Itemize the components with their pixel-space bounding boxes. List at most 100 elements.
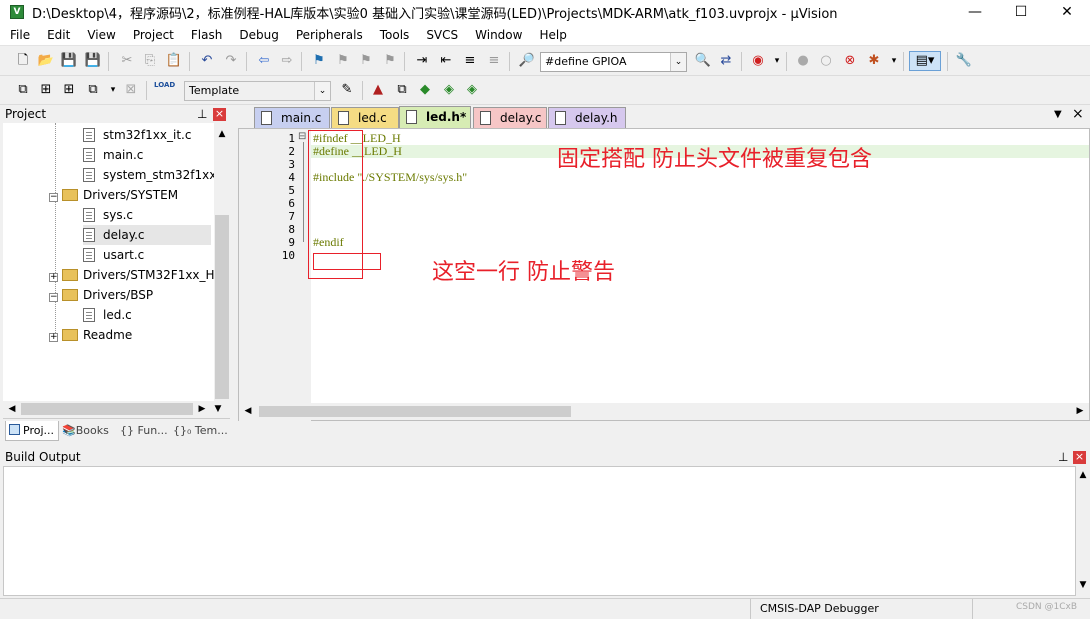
scroll-up-icon[interactable]: ▲ — [215, 126, 229, 142]
bookmark-next-icon[interactable]: ⚑ — [357, 52, 375, 70]
menu-svcs[interactable]: SVCS — [416, 28, 465, 42]
tab-templates[interactable]: {}₀ Tem... — [173, 421, 228, 441]
scroll-down-icon[interactable]: ▼ — [211, 401, 225, 417]
stop-build-icon[interactable]: ⊠ — [122, 81, 140, 99]
open-file-icon[interactable]: 📂 — [37, 52, 55, 70]
menu-peripherals[interactable]: Peripherals — [286, 28, 370, 42]
menu-help[interactable]: Help — [529, 28, 573, 42]
close-window-button[interactable]: ✕ — [1044, 0, 1090, 24]
tab-delay-c[interactable]: delay.c — [473, 107, 547, 128]
indent-icon[interactable]: ⇥ — [413, 52, 431, 70]
save-all-icon[interactable]: 💾 — [84, 52, 102, 70]
pin-icon[interactable]: ⊥ — [197, 105, 207, 123]
tab-project[interactable]: Proj... — [5, 421, 59, 441]
close-tab-icon[interactable]: × — [1072, 106, 1084, 122]
pin-icon[interactable]: ⊥ — [1058, 448, 1068, 466]
scroll-right-icon[interactable]: ▶ — [195, 401, 209, 417]
close-panel-icon[interactable]: × — [1073, 451, 1086, 464]
batch-build-icon[interactable]: ⧉ — [84, 81, 102, 99]
maximize-button[interactable]: ☐ — [998, 0, 1044, 24]
navigate-back-icon[interactable]: ⇦ — [255, 52, 273, 70]
editor-horizontal-scrollbar[interactable]: ◀ ▶ — [239, 403, 1089, 420]
target-combo[interactable]: Template ⌄ — [184, 81, 331, 101]
breakpoint-disable-all-icon[interactable]: ⊗ — [841, 52, 859, 70]
build-output-scrollbar[interactable]: ▲ ▼ — [1076, 466, 1090, 596]
find-icon[interactable]: ⇄ — [717, 52, 735, 70]
undo-icon[interactable]: ↶ — [198, 52, 216, 70]
close-panel-icon[interactable]: × — [213, 108, 226, 121]
chevron-down-icon[interactable]: ▾ — [768, 52, 786, 70]
code-editor[interactable]: 1 2 3 4 5 6 7 8 9 10 ⊟ #ifndef __LED_H #… — [238, 128, 1090, 421]
menu-debug[interactable]: Debug — [229, 28, 285, 42]
tree-group-readme[interactable]: + Readme — [49, 325, 132, 345]
menu-view[interactable]: View — [77, 28, 122, 42]
expand-icon[interactable]: + — [49, 333, 58, 342]
breakpoint-insert-icon[interactable]: ● — [794, 52, 812, 70]
window-layout-icon[interactable]: ▤▾ — [909, 51, 941, 71]
tree-file-sys[interactable]: sys.c — [83, 205, 133, 225]
tree-file-main[interactable]: main.c — [83, 145, 143, 165]
debug-session-icon[interactable]: ◉ — [749, 52, 767, 70]
menu-project[interactable]: Project — [123, 28, 181, 42]
tree-group-drivers-bsp[interactable]: − Drivers/BSP — [49, 285, 153, 305]
uncomment-icon[interactable]: ≡ — [485, 52, 503, 70]
software-components-icon[interactable]: ◈ — [463, 81, 481, 99]
menu-edit[interactable]: Edit — [37, 28, 77, 42]
tree-file-stm32f1xx-it[interactable]: stm32f1xx_it.c — [83, 125, 191, 145]
manage-run-time-env-icon[interactable]: ◆ — [416, 81, 434, 99]
menu-window[interactable]: Window — [465, 28, 529, 42]
bookmark-clear-icon[interactable]: ⚑ — [381, 52, 399, 70]
build-output-text[interactable] — [3, 466, 1076, 596]
scroll-down-icon[interactable]: ▼ — [1076, 578, 1090, 592]
bookmark-prev-icon[interactable]: ⚑ — [334, 52, 352, 70]
scroll-thumb[interactable] — [259, 406, 571, 417]
scroll-up-icon[interactable]: ▲ — [1076, 468, 1090, 482]
fold-marker-icon[interactable]: ⊟ — [298, 131, 306, 142]
tab-led-h-active[interactable]: led.h* — [399, 106, 471, 128]
scroll-left-icon[interactable]: ◀ — [241, 403, 255, 420]
scroll-left-icon[interactable]: ◀ — [5, 401, 19, 417]
find-in-files-icon[interactable]: 🔎 — [518, 52, 536, 70]
scroll-thumb[interactable] — [215, 215, 229, 399]
tab-delay-h[interactable]: delay.h — [548, 107, 626, 128]
tab-functions[interactable]: {} Fun... — [120, 421, 168, 441]
expand-icon[interactable]: + — [49, 273, 58, 282]
download-load-icon[interactable]: LOAD — [154, 81, 175, 99]
tree-file-delay[interactable]: delay.c — [83, 225, 211, 245]
menu-tools[interactable]: Tools — [370, 28, 417, 42]
cut-icon[interactable]: ✂ — [118, 52, 136, 70]
new-file-icon[interactable]: 🗋 — [14, 52, 32, 70]
configure-icon[interactable]: 🔧 — [955, 52, 973, 70]
tab-main-c[interactable]: main.c — [254, 107, 330, 128]
unindent-icon[interactable]: ⇤ — [437, 52, 455, 70]
menu-flash[interactable]: Flash — [181, 28, 229, 42]
tree-file-usart[interactable]: usart.c — [83, 245, 144, 265]
redo-icon[interactable]: ↷ — [222, 52, 240, 70]
chevron-down-icon[interactable]: ▾ — [104, 81, 122, 99]
bookmark-toggle-icon[interactable]: ⚑ — [310, 52, 328, 70]
build-icon[interactable]: ⊞ — [37, 81, 55, 99]
scroll-thumb[interactable] — [21, 403, 193, 415]
find-combo[interactable]: #define GPIOA ⌄ — [540, 52, 687, 72]
menu-file[interactable]: File — [0, 28, 37, 42]
tree-file-system-stm32f1xx[interactable]: system_stm32f1xx.c — [83, 165, 214, 185]
tab-books[interactable]: 📚Books — [62, 421, 109, 441]
breakpoint-kill-all-icon[interactable]: ✱ — [865, 52, 883, 70]
rebuild-icon[interactable]: ⊞ — [60, 81, 78, 99]
save-icon[interactable]: 💾 — [60, 52, 78, 70]
tree-file-led[interactable]: led.c — [83, 305, 132, 325]
chevron-down-icon[interactable]: ▾ — [885, 52, 903, 70]
chevron-down-icon[interactable]: ⌄ — [670, 53, 686, 71]
scroll-right-icon[interactable]: ▶ — [1073, 403, 1087, 420]
tree-group-drivers-system[interactable]: − Drivers/SYSTEM — [49, 185, 178, 205]
minimize-button[interactable]: — — [952, 0, 998, 24]
paste-icon[interactable]: 📋 — [165, 52, 183, 70]
comment-icon[interactable]: ≡ — [461, 52, 479, 70]
translate-icon[interactable]: ⧉ — [14, 81, 32, 99]
collapse-icon[interactable]: − — [49, 293, 58, 302]
tab-led-c[interactable]: led.c — [331, 107, 399, 128]
collapse-icon[interactable]: − — [49, 193, 58, 202]
select-packs-icon[interactable]: ⧉ — [393, 81, 411, 99]
navigate-forward-icon[interactable]: ⇨ — [278, 52, 296, 70]
copy-icon[interactable]: ⎘ — [141, 52, 159, 70]
